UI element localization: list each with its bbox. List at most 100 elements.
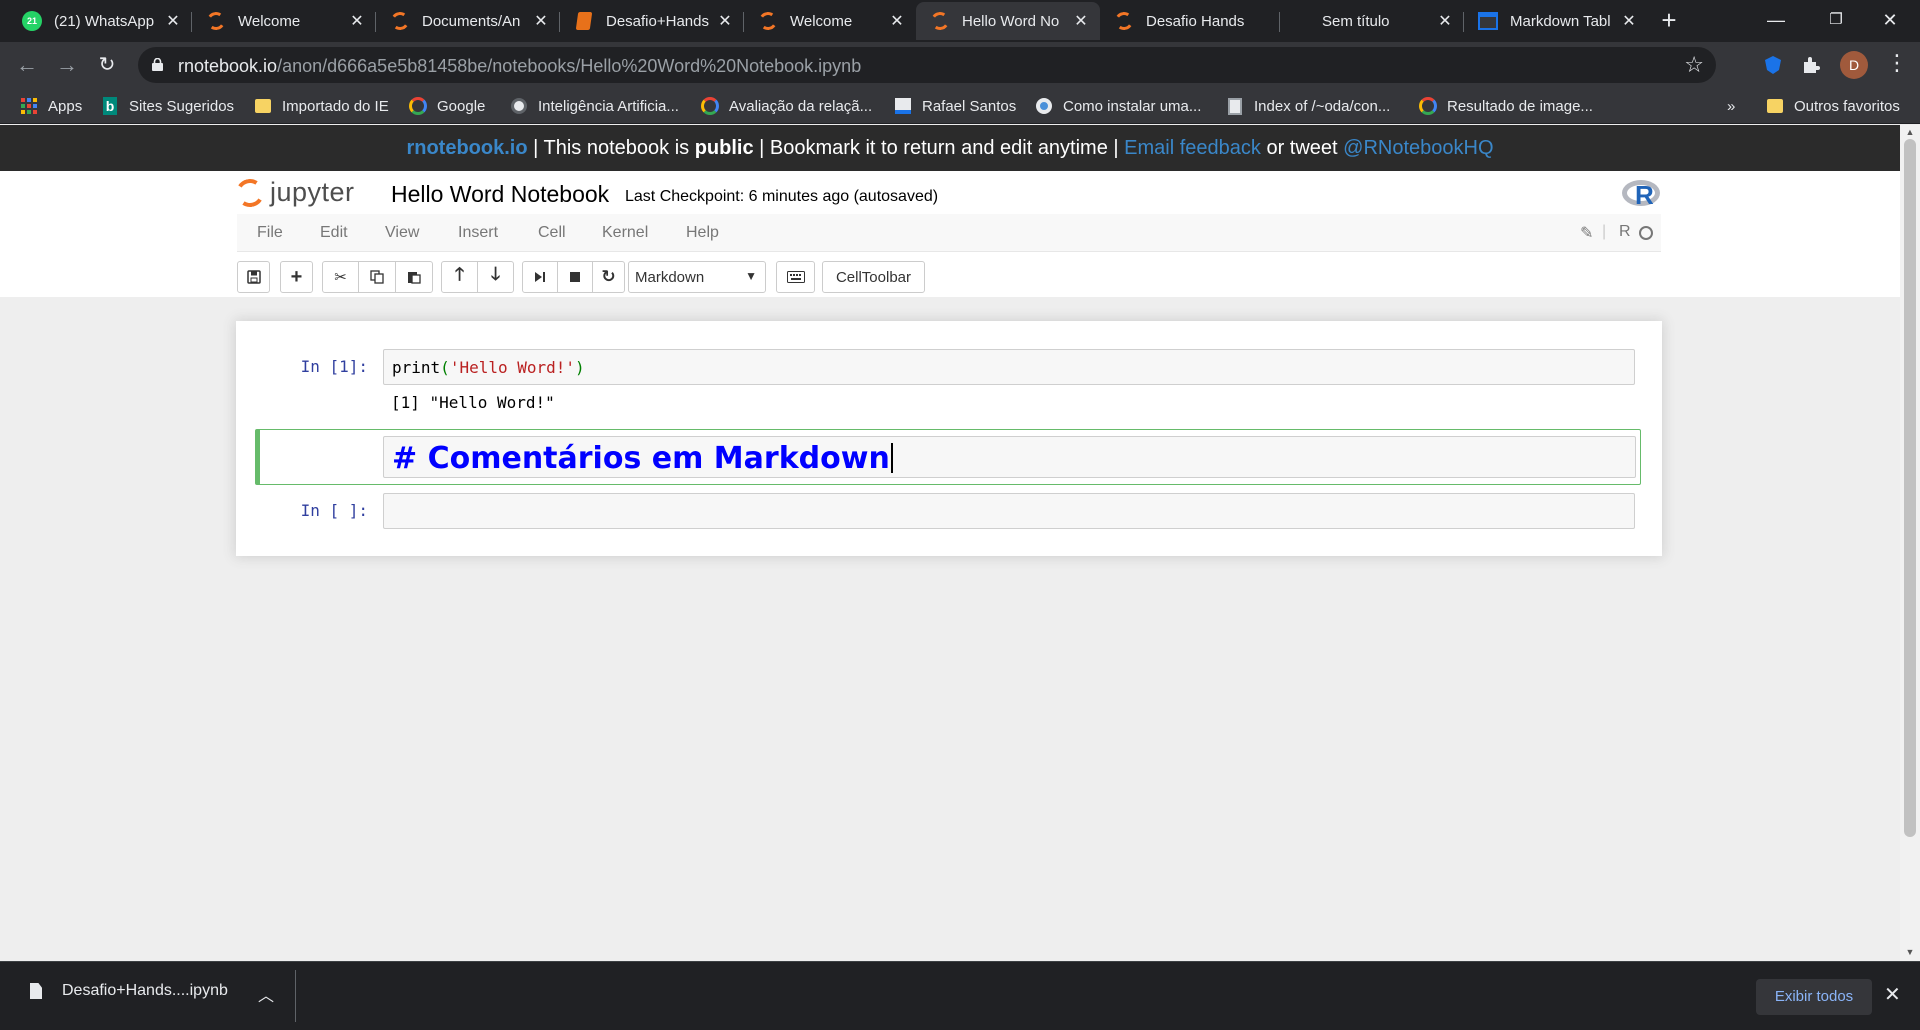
tab-markdown-table[interactable]: Markdown Tabl ✕ xyxy=(1464,2,1648,40)
copy-icon xyxy=(370,270,384,284)
close-icon[interactable]: ✕ xyxy=(1072,11,1090,31)
code-cell-input[interactable]: print('Hello Word!') xyxy=(383,349,1635,385)
notebook-title[interactable]: Hello Word Notebook xyxy=(391,181,609,208)
close-icon[interactable]: ✕ xyxy=(888,11,906,31)
cell-type-select[interactable]: Markdown ▼ xyxy=(628,261,766,293)
forward-button[interactable]: → xyxy=(52,50,82,80)
bookmarks-overflow-button[interactable]: » xyxy=(1727,94,1735,118)
save-button[interactable] xyxy=(237,261,270,293)
bookmark-star-icon[interactable]: ☆ xyxy=(1684,52,1704,78)
tab-desafio-hands[interactable]: Desafio Hands xyxy=(1100,2,1280,40)
gear-icon xyxy=(1035,97,1053,115)
chevron-up-icon[interactable]: ︿ xyxy=(258,982,274,1006)
checkpoint-status: Last Checkpoint: 6 minutes ago (autosave… xyxy=(625,188,939,205)
close-icon[interactable]: ✕ xyxy=(348,11,366,31)
move-down-button[interactable]: 🡓 xyxy=(477,261,514,293)
bookmark-label: Importado do IE xyxy=(282,97,389,115)
new-tab-button[interactable]: + xyxy=(1654,6,1684,36)
tab-whatsapp[interactable]: 21 (21) WhatsApp ✕ xyxy=(8,2,192,40)
bookmark-apps[interactable]: Apps xyxy=(20,94,82,118)
close-icon[interactable]: ✕ xyxy=(716,11,734,31)
paste-button[interactable] xyxy=(395,261,433,293)
lock-icon xyxy=(152,58,163,71)
menu-cell[interactable]: Cell xyxy=(538,224,566,242)
minimize-button[interactable]: — xyxy=(1746,0,1806,42)
command-palette-button[interactable] xyxy=(776,261,815,293)
extension-shield-icon[interactable] xyxy=(1762,54,1784,76)
bookmark-outros-favoritos[interactable]: Outros favoritos xyxy=(1766,94,1900,118)
bookmark-sites-sugeridos[interactable]: b Sites Sugeridos xyxy=(101,94,234,118)
tab-hello-word-notebook[interactable]: Hello Word No ✕ xyxy=(916,2,1100,40)
bookmark-index-oda[interactable]: Index of /~oda/con... xyxy=(1226,94,1390,118)
interrupt-kernel-button[interactable] xyxy=(557,261,593,293)
close-icon[interactable]: ✕ xyxy=(164,11,182,31)
close-icon[interactable]: ✕ xyxy=(1620,11,1638,31)
bookmark-label: Sites Sugeridos xyxy=(129,97,235,115)
bookmark-como-instalar[interactable]: Como instalar uma... xyxy=(1035,94,1201,118)
cut-button[interactable]: ✂ xyxy=(322,261,359,293)
copy-button[interactable] xyxy=(358,261,396,293)
tab-documents[interactable]: Documents/An ✕ xyxy=(376,2,560,40)
close-icon[interactable]: ✕ xyxy=(532,11,550,31)
menu-help[interactable]: Help xyxy=(686,224,719,242)
jupyter-icon xyxy=(929,10,951,32)
move-up-button[interactable]: 🡑 xyxy=(441,261,478,293)
rnotebook-link[interactable]: rnotebook.io xyxy=(406,137,527,159)
close-window-button[interactable]: ✕ xyxy=(1860,0,1920,42)
tab-welcome[interactable]: Welcome ✕ xyxy=(192,2,376,40)
bookmark-resultado-imagem[interactable]: Resultado de image... xyxy=(1419,94,1593,118)
profile-avatar[interactable]: D xyxy=(1840,51,1868,79)
bookmark-label: Outros favoritos xyxy=(1794,97,1900,115)
bookmark-label: Index of /~oda/con... xyxy=(1254,97,1391,115)
celltoolbar-button[interactable]: CellToolbar xyxy=(822,261,925,293)
restart-kernel-button[interactable]: ↻ xyxy=(592,261,625,293)
insert-cell-button[interactable]: + xyxy=(280,261,313,293)
download-item[interactable]: Desafio+Hands....ipynb xyxy=(30,982,228,1000)
empty-code-cell-input[interactable] xyxy=(383,493,1635,529)
bookmark-importado-ie[interactable]: Importado do IE xyxy=(254,94,389,118)
bookmark-google[interactable]: Google xyxy=(409,94,485,118)
jupyter-logo-icon xyxy=(233,175,267,210)
run-cell-button[interactable] xyxy=(522,261,558,293)
reload-button[interactable]: ↻ xyxy=(92,50,122,80)
bookmark-rafael-santos[interactable]: Rafael Santos xyxy=(894,94,1016,118)
email-feedback-link[interactable]: Email feedback xyxy=(1124,137,1261,159)
tab-label: Desafio+Hands xyxy=(606,12,709,30)
extensions-puzzle-icon[interactable] xyxy=(1800,54,1822,76)
divider xyxy=(295,970,296,1022)
close-icon[interactable]: ✕ xyxy=(1884,982,1901,1007)
keyboard-icon xyxy=(786,271,805,283)
back-button[interactable]: ← xyxy=(12,50,42,80)
menu-file[interactable]: File xyxy=(257,224,283,242)
selected-markdown-cell[interactable]: # Comentários em Markdown xyxy=(255,429,1641,485)
browser-menu-icon[interactable]: ⋮ xyxy=(1886,50,1908,76)
scroll-down-arrow-icon[interactable]: ▼ xyxy=(1900,947,1920,957)
twitter-link[interactable]: @RNotebookHQ xyxy=(1343,137,1493,159)
jupyter-icon xyxy=(1113,10,1135,32)
tab-sem-titulo[interactable]: Sem título ✕ xyxy=(1280,2,1464,40)
menu-view[interactable]: View xyxy=(385,224,419,242)
scrollbar-thumb[interactable] xyxy=(1904,139,1916,837)
page-scrollbar[interactable]: ▲ ▼ xyxy=(1900,125,1920,961)
jupyter-logo[interactable]: jupyter xyxy=(233,175,355,210)
menu-kernel[interactable]: Kernel xyxy=(602,224,648,242)
text-cursor xyxy=(890,443,893,473)
folder-icon xyxy=(254,97,272,115)
tab-desafio-file[interactable]: Desafio+Hands ✕ xyxy=(560,2,744,40)
close-icon[interactable]: ✕ xyxy=(1436,11,1454,31)
apps-grid-icon xyxy=(20,97,38,115)
bookmark-label: Google xyxy=(437,97,486,115)
menu-edit[interactable]: Edit xyxy=(320,224,348,242)
address-bar[interactable]: rnotebook.io/anon/d666a5e5b81458be/noteb… xyxy=(138,47,1716,83)
jupyter-icon xyxy=(205,10,227,32)
markdown-cell-input[interactable]: # Comentários em Markdown xyxy=(383,436,1636,478)
show-all-downloads-button[interactable]: Exibir todos xyxy=(1756,979,1872,1015)
bookmark-inteligencia-artificial[interactable]: Inteligência Artificia... xyxy=(510,94,679,118)
menu-insert[interactable]: Insert xyxy=(458,224,498,242)
jupyter-wordmark: jupyter xyxy=(270,177,355,207)
restore-button[interactable]: ❐ xyxy=(1806,0,1866,42)
scroll-up-arrow-icon[interactable]: ▲ xyxy=(1900,127,1920,137)
browser-tab-strip: 21 (21) WhatsApp ✕ Welcome ✕ Documents/A… xyxy=(0,0,1920,42)
tab-welcome-2[interactable]: Welcome ✕ xyxy=(744,2,916,40)
bookmark-avaliacao[interactable]: Avaliação da relaçã... xyxy=(701,94,872,118)
